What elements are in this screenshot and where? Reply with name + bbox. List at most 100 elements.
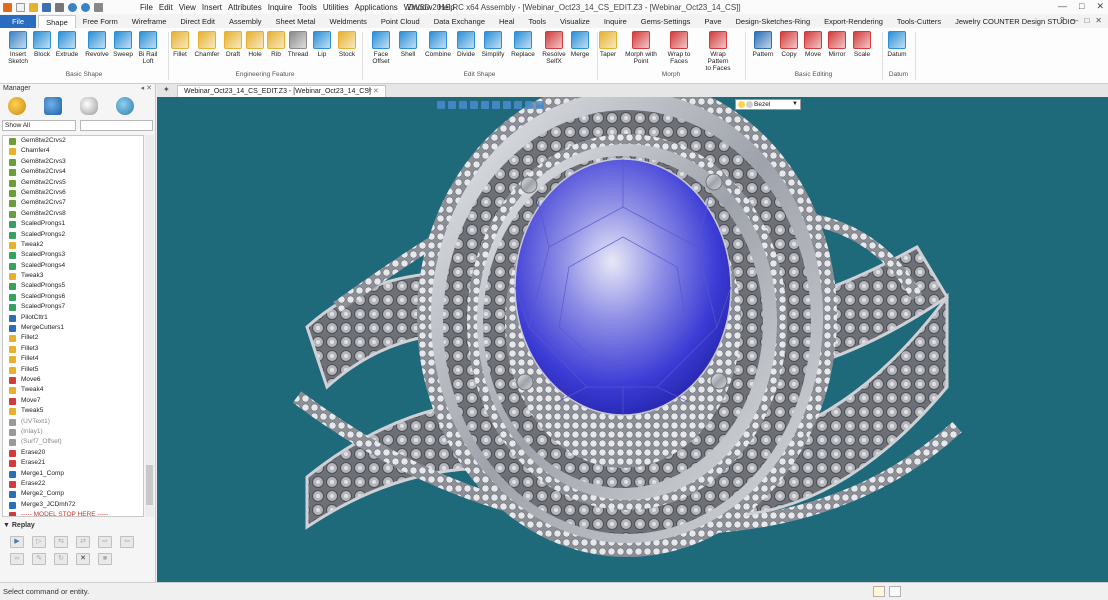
- scale-button[interactable]: Scale: [846, 31, 878, 58]
- new-file-icon[interactable]: [16, 2, 25, 12]
- history-item[interactable]: Fillet3: [3, 344, 143, 354]
- history-item[interactable]: Move7: [3, 396, 143, 406]
- doc-tab-close-icon[interactable]: ✕: [373, 88, 379, 95]
- status-snap-icon[interactable]: [889, 586, 901, 597]
- menu-inquire[interactable]: Inquire: [268, 3, 292, 12]
- view-zoom-icon[interactable]: [437, 101, 445, 109]
- tab-inquire[interactable]: Inquire: [597, 15, 634, 28]
- menu-edit[interactable]: Edit: [159, 3, 173, 12]
- menu-tools[interactable]: Tools: [298, 3, 317, 12]
- history-item[interactable]: Tweak3: [3, 271, 143, 281]
- history-item[interactable]: Erase22: [3, 479, 143, 489]
- history-item[interactable]: ScaledProngs7: [3, 302, 143, 312]
- step-forward-icon[interactable]: ▷: [32, 536, 46, 548]
- datum-button[interactable]: Datum: [881, 31, 913, 58]
- tab-visualize[interactable]: Visualize: [553, 15, 597, 28]
- 3d-viewport[interactable]: Bezel ▼: [157, 97, 1108, 582]
- wrap-pattern-to-faces-button[interactable]: Wrap Pattern to Faces: [702, 31, 734, 72]
- undo-icon[interactable]: [68, 2, 77, 12]
- history-item[interactable]: Merge1_Comp: [3, 469, 143, 479]
- view-pan-icon[interactable]: [448, 101, 456, 109]
- menu-applications[interactable]: Applications: [355, 3, 398, 12]
- history-item[interactable]: Erase21: [3, 458, 143, 468]
- view-section-icon[interactable]: [514, 101, 522, 109]
- history-scrollbar[interactable]: [145, 135, 154, 517]
- save-icon[interactable]: [42, 2, 51, 12]
- view-light-icon[interactable]: [525, 101, 533, 109]
- history-item[interactable]: Gem8tw2Crvs4: [3, 167, 143, 177]
- ring-model[interactable]: [157, 97, 1108, 582]
- tab-pave[interactable]: Pave: [697, 15, 728, 28]
- tab-sheet-metal[interactable]: Sheet Metal: [269, 15, 323, 28]
- tab-weldments[interactable]: Weldments: [323, 15, 374, 28]
- maximize-icon[interactable]: □: [1079, 1, 1084, 12]
- extrude-button[interactable]: Extrude: [51, 31, 83, 58]
- model-stop-marker[interactable]: ----- MODEL STOP HERE -----: [3, 510, 143, 516]
- tab-tools[interactable]: Tools: [521, 15, 553, 28]
- open-file-icon[interactable]: [29, 2, 38, 12]
- redo-icon[interactable]: [81, 2, 90, 12]
- history-item[interactable]: (Surf7_Offset): [3, 437, 143, 447]
- step-both-icon[interactable]: ⇆: [54, 536, 68, 548]
- print-icon[interactable]: [55, 2, 64, 12]
- history-item[interactable]: Erase20: [3, 448, 143, 458]
- history-item[interactable]: Fillet5: [3, 365, 143, 375]
- history-item[interactable]: Tweak2: [3, 240, 143, 250]
- forward-end-icon[interactable]: ⇨: [98, 536, 112, 548]
- close-icon[interactable]: ✕: [1096, 1, 1104, 12]
- view-settings-icon[interactable]: [536, 101, 544, 109]
- tab-file[interactable]: File: [0, 15, 37, 28]
- tab-assembly[interactable]: Assembly: [222, 15, 269, 28]
- history-item[interactable]: Merge3_JCDmh72: [3, 500, 143, 510]
- history-item[interactable]: PilotCttr1: [3, 313, 143, 323]
- history-item[interactable]: Gem8tw2Crvs5: [3, 178, 143, 188]
- tab-direct-edit[interactable]: Direct Edit: [173, 15, 222, 28]
- help-icon[interactable]: ?: [1060, 16, 1064, 25]
- view-manager-icon[interactable]: [80, 97, 98, 115]
- morph-with-point-button[interactable]: Morph with Point: [625, 31, 657, 65]
- history-item[interactable]: Fillet2: [3, 333, 143, 343]
- tab-free-form[interactable]: Free Form: [76, 15, 125, 28]
- history-item[interactable]: (Inlay1): [3, 427, 143, 437]
- history-item[interactable]: ScaledProngs3: [3, 250, 143, 260]
- manager-pin-icon[interactable]: ◂ ✕: [141, 84, 152, 94]
- tab-design-sketches-ring[interactable]: Design-Sketches-Ring: [729, 15, 818, 28]
- tab-heal[interactable]: Heal: [492, 15, 521, 28]
- history-item[interactable]: ScaledProngs6: [3, 292, 143, 302]
- history-item[interactable]: Tweak5: [3, 406, 143, 416]
- document-tab[interactable]: Webinar_Oct23_14_CS_EDIT.Z3 - [Webinar_O…: [177, 85, 386, 97]
- simplify-button[interactable]: Simplify: [477, 31, 509, 58]
- tab-tools-cutters[interactable]: Tools-Cutters: [890, 15, 948, 28]
- tab-wireframe[interactable]: Wireframe: [125, 15, 174, 28]
- doc-tab-pin-icon[interactable]: ✦: [163, 85, 170, 94]
- cancel-icon[interactable]: ✕: [76, 553, 90, 565]
- new-tab-icon[interactable]: +: [367, 85, 372, 95]
- history-item[interactable]: Gem8tw2Crvs3: [3, 157, 143, 167]
- manager-search-input[interactable]: [80, 120, 153, 131]
- status-grid-icon[interactable]: [873, 586, 885, 597]
- pick-filter-dropdown[interactable]: Bezel ▼: [735, 99, 801, 110]
- shell-button[interactable]: Shell: [392, 31, 424, 58]
- menu-insert[interactable]: Insert: [202, 3, 222, 12]
- wrap-to-faces-button[interactable]: Wrap to Faces: [663, 31, 695, 65]
- back-start-icon[interactable]: ⇦: [120, 536, 134, 548]
- link-icon[interactable]: ∞: [10, 553, 24, 565]
- tab-data-exchange[interactable]: Data Exchange: [427, 15, 492, 28]
- menu-attributes[interactable]: Attributes: [228, 3, 262, 12]
- history-item[interactable]: (UVText1): [3, 417, 143, 427]
- history-item[interactable]: Fillet4: [3, 354, 143, 364]
- history-item[interactable]: Gem8tw2Crvs8: [3, 209, 143, 219]
- stop-icon[interactable]: ■: [98, 553, 112, 565]
- ribbon-restore-icon[interactable]: □: [1084, 16, 1089, 25]
- history-item[interactable]: ScaledProngs5: [3, 281, 143, 291]
- view-shade-icon[interactable]: [481, 101, 489, 109]
- history-item[interactable]: ScaledProngs2: [3, 230, 143, 240]
- menu-window[interactable]: Window: [404, 3, 432, 12]
- tab-gems-settings[interactable]: Gems-Settings: [634, 15, 698, 28]
- roll-icon[interactable]: ↻: [54, 553, 68, 565]
- history-item[interactable]: Gem8tw2Crvs6: [3, 188, 143, 198]
- options-icon[interactable]: [94, 2, 103, 12]
- history-item[interactable]: Gem8tw2Crvs7: [3, 198, 143, 208]
- tab-shape[interactable]: Shape: [38, 15, 76, 28]
- play-icon[interactable]: ▶: [10, 536, 24, 548]
